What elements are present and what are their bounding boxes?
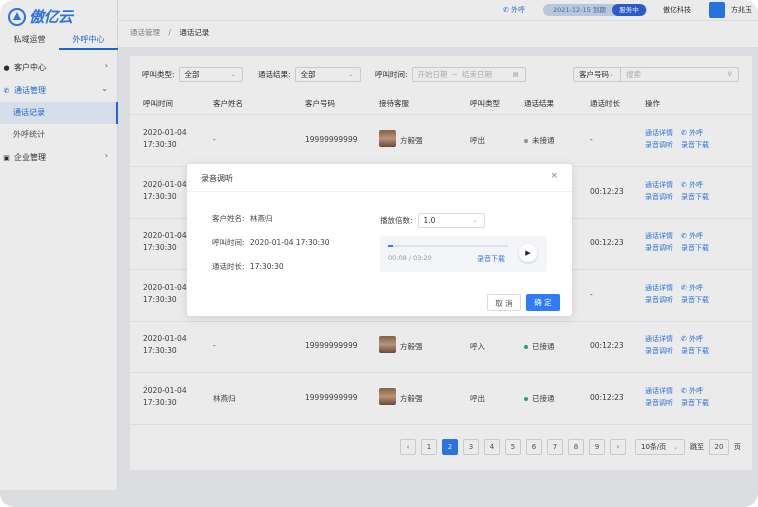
modal-divider [187, 191, 572, 192]
time-value: 2020-01-04 17:30:30 [249, 238, 330, 247]
audio-player: 00:08 / 03:20 录音下载 ▶ [380, 236, 547, 272]
play-button[interactable]: ▶ [519, 244, 537, 262]
modal-title: 录音调听 [201, 174, 233, 183]
duration-label: 通话时长: [212, 262, 245, 271]
modal-customer-name: 客户姓名: 林燕归 [212, 213, 272, 224]
close-icon[interactable]: × [550, 171, 558, 181]
app-frame: 傲亿云 私域运营 外呼中心 ● 客户中心 › ✆ 通话管理 ⌄ 通话记录 外呼统… [0, 0, 758, 507]
modal-duration: 通话时长: 17:30:30 [212, 261, 284, 272]
cancel-button[interactable]: 取 消 [487, 294, 521, 311]
speed-select[interactable]: 1.0 ⌄ [417, 213, 485, 228]
time-label: 呼叫时间: [212, 238, 245, 247]
duration-value: 17:30:30 [249, 262, 284, 271]
progress-fill [388, 245, 393, 247]
speed-label: 播放倍数: [380, 216, 413, 225]
name-value: 林燕归 [249, 214, 273, 223]
progress-bar[interactable] [388, 245, 508, 247]
play-icon: ▶ [525, 249, 531, 257]
confirm-button[interactable]: 确 定 [526, 294, 560, 311]
speed-value: 1.0 [423, 216, 436, 225]
progress-time: 00:08 / 03:20 [388, 254, 432, 262]
name-label: 客户姓名: [212, 214, 245, 223]
chevron-down-icon: ⌄ [472, 217, 478, 224]
modal-call-time: 呼叫时间: 2020-01-04 17:30:30 [212, 237, 330, 248]
recording-modal: 录音调听 × 客户姓名: 林燕归 呼叫时间: 2020-01-04 17:30:… [187, 164, 572, 316]
modal-speed: 播放倍数: 1.0 ⌄ [380, 213, 485, 228]
download-link[interactable]: 录音下载 [477, 254, 505, 264]
